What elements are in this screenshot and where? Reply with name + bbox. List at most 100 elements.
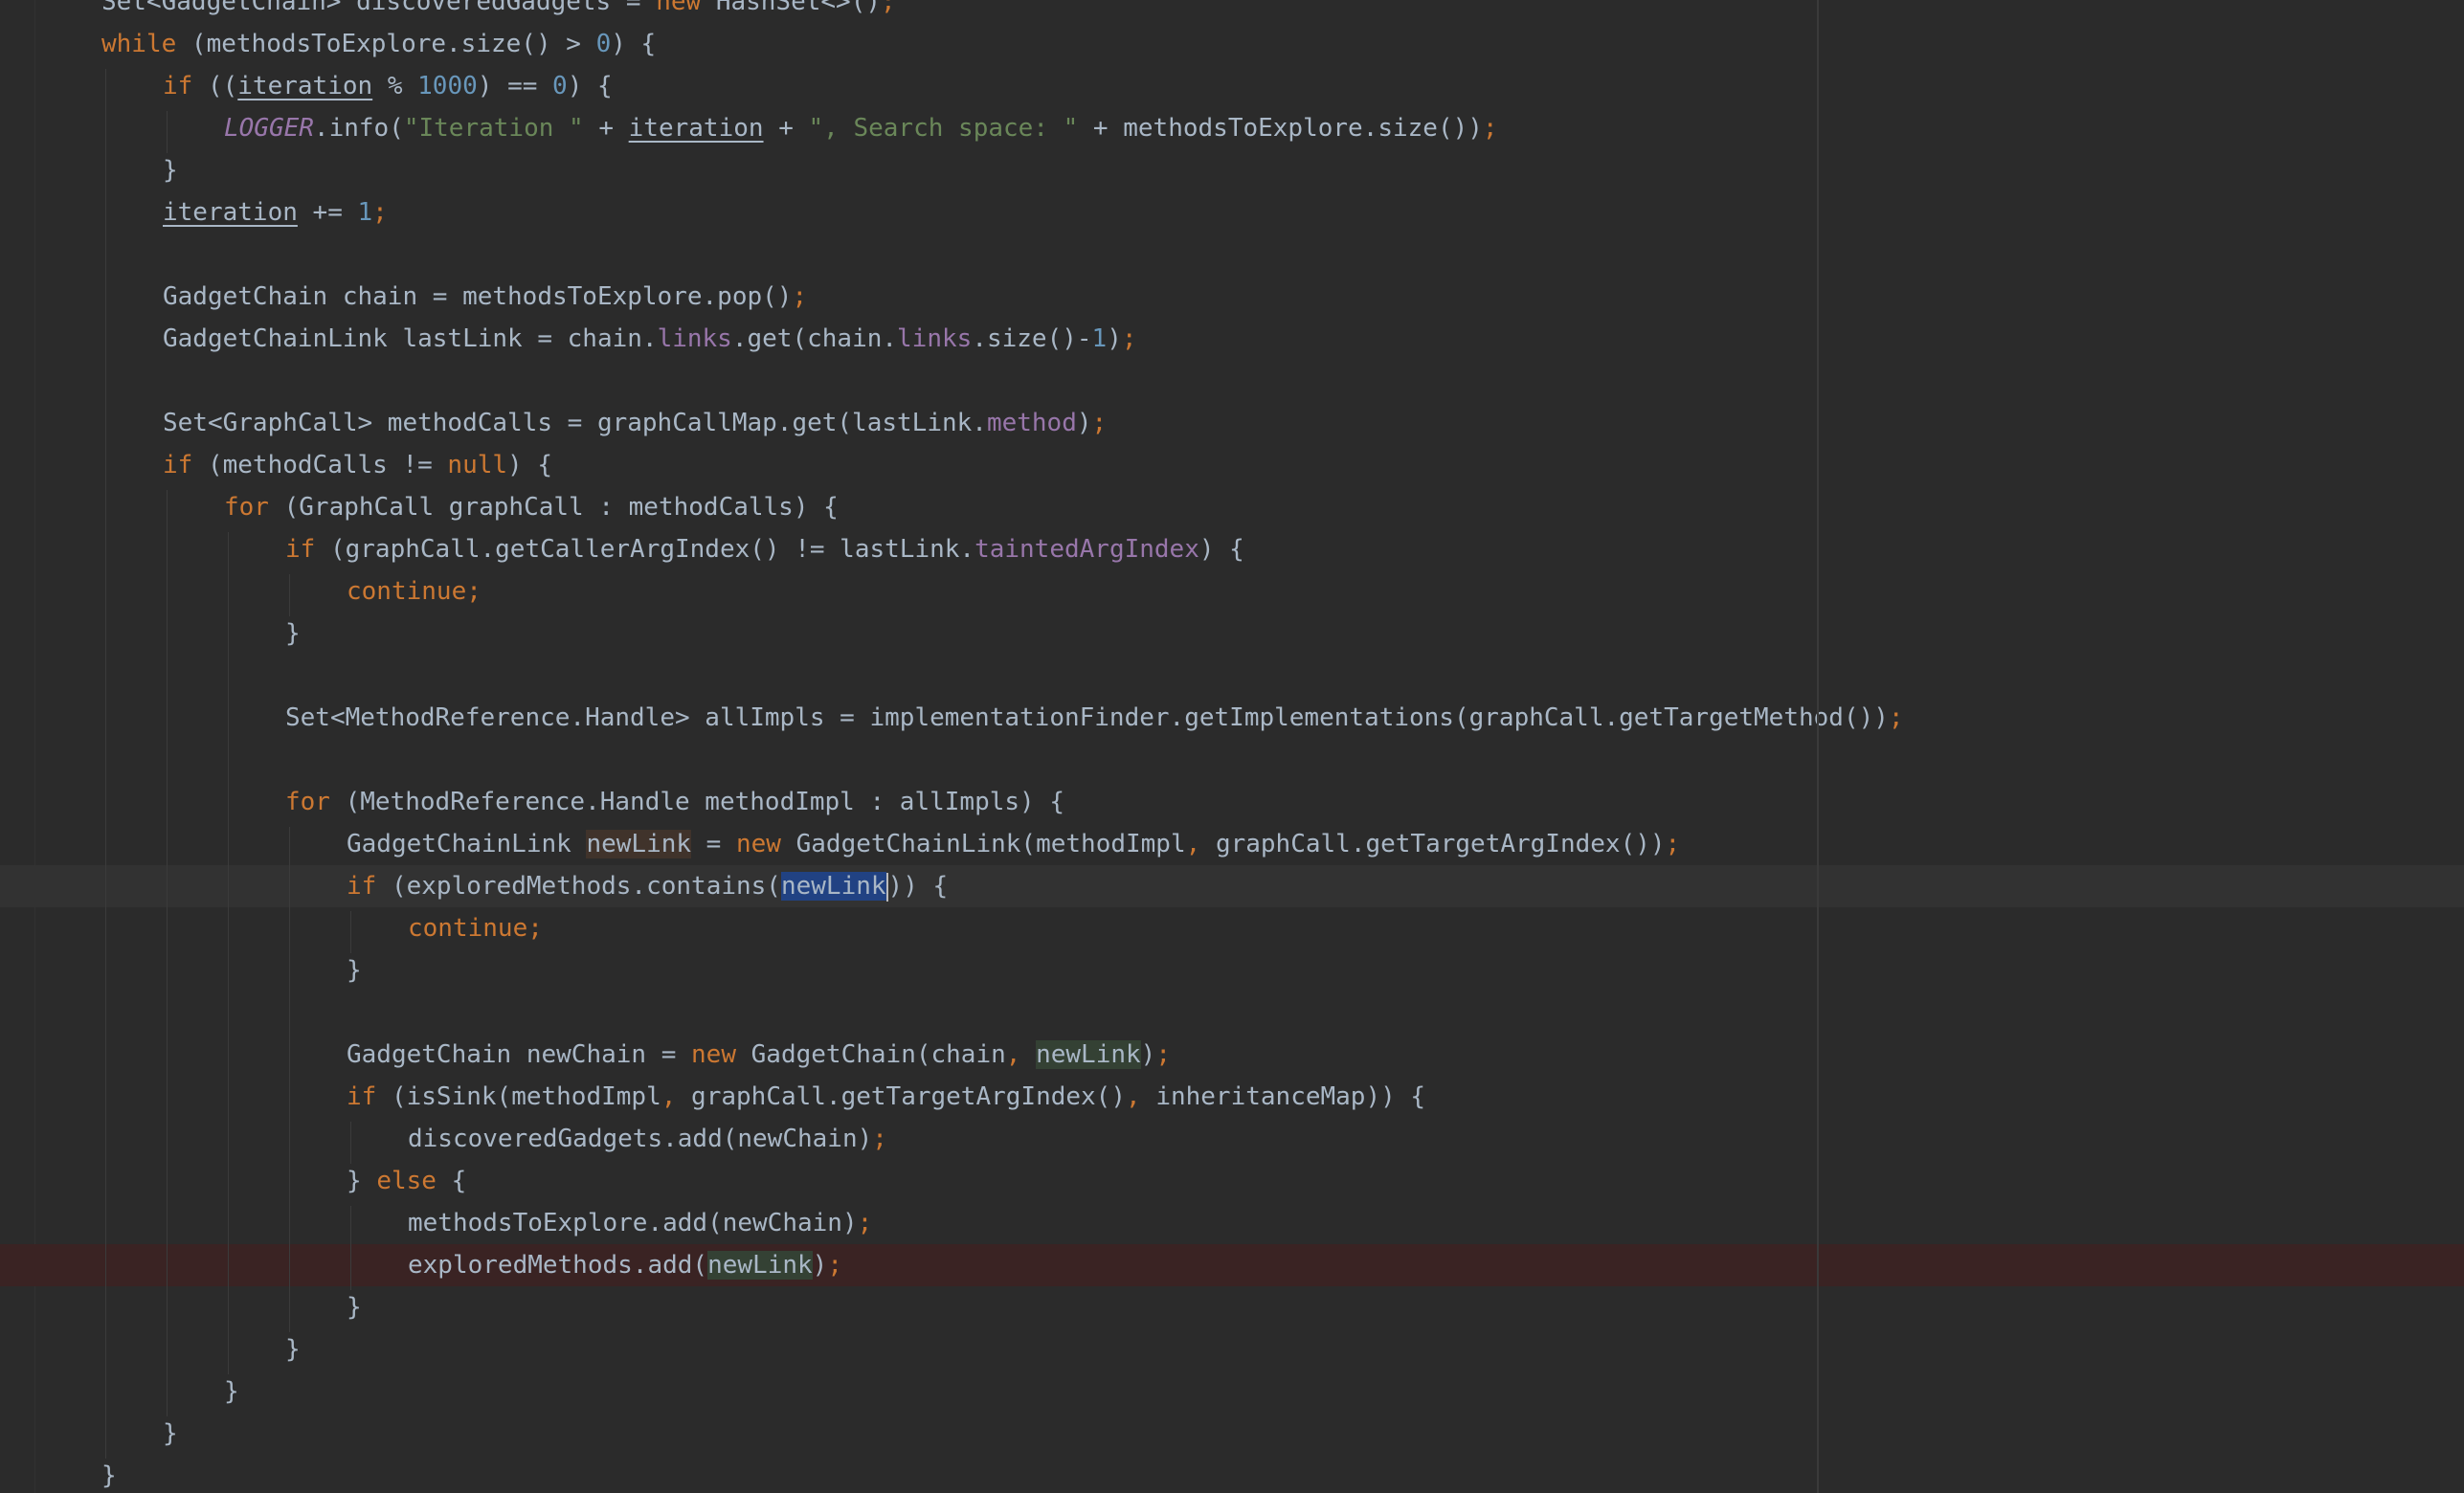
code-token: GadgetChain newChain =: [347, 1040, 692, 1069]
code-token: ) {: [1198, 535, 1244, 564]
code-text: Set<GadgetChain> discoveredGadgets = new…: [101, 0, 896, 23]
code-token: ;: [881, 0, 896, 16]
code-token: ;: [857, 1209, 873, 1237]
code-token: while: [101, 30, 191, 58]
code-line[interactable]: methodsToExplore.add(newChain);: [0, 1202, 2464, 1244]
code-line[interactable]: Set<MethodReference.Handle> allImpls = i…: [0, 697, 2464, 739]
code-line[interactable]: }: [0, 1286, 2464, 1328]
code-token: }: [285, 1335, 301, 1364]
code-line[interactable]: }: [0, 613, 2464, 655]
code-line[interactable]: [0, 992, 2464, 1034]
code-line[interactable]: discoveredGadgets.add(newChain);: [0, 1118, 2464, 1160]
code-text: LOGGER.info("Iteration " + iteration + "…: [224, 107, 1498, 149]
code-line[interactable]: LOGGER.info("Iteration " + iteration + "…: [0, 107, 2464, 149]
code-token: ;: [1091, 409, 1108, 437]
code-line[interactable]: exploredMethods.add(newLink);: [0, 1244, 2464, 1286]
indent-guide: [228, 532, 229, 1374]
code-token: (methodCalls !=: [207, 451, 448, 479]
code-token: HashSet<>(): [715, 0, 881, 16]
code-text: if ((iteration % 1000) == 0) {: [163, 65, 613, 107]
code-line[interactable]: }: [0, 1413, 2464, 1455]
code-line[interactable]: for (MethodReference.Handle methodImpl :…: [0, 781, 2464, 823]
indent-guide: [289, 827, 290, 1332]
code-text: GadgetChainLink newLink = new GadgetChai…: [347, 823, 1680, 865]
indent-guide: [289, 574, 290, 616]
code-line[interactable]: [0, 739, 2464, 781]
code-text: GadgetChain chain = methodsToExplore.pop…: [163, 276, 807, 318]
right-margin-guide: [1817, 0, 1819, 1493]
code-token: +: [763, 114, 809, 143]
code-token: for: [285, 788, 346, 816]
code-text: }: [101, 1455, 117, 1493]
code-token: GadgetChainLink: [347, 830, 587, 858]
code-line[interactable]: if (graphCall.getCallerArgIndex() != las…: [0, 528, 2464, 570]
code-line[interactable]: if (exploredMethods.contains(newLink)) {: [0, 865, 2464, 907]
code-token: ", Search space: ": [808, 114, 1079, 143]
code-line[interactable]: continue;: [0, 570, 2464, 613]
code-token: GadgetChain(chain: [750, 1040, 1006, 1069]
code-token: .get(chain.: [731, 324, 898, 353]
code-token: ;: [372, 198, 388, 227]
code-token: method: [986, 409, 1077, 437]
code-line[interactable]: }: [0, 149, 2464, 191]
code-line[interactable]: [0, 234, 2464, 276]
code-token: ) ==: [477, 72, 553, 100]
code-token: ;: [1121, 324, 1137, 353]
code-text: }: [347, 1286, 362, 1328]
code-token: ): [1076, 409, 1092, 437]
code-line[interactable]: } else {: [0, 1160, 2464, 1202]
code-line[interactable]: if (isSink(methodImpl, graphCall.getTarg…: [0, 1076, 2464, 1118]
code-line[interactable]: GadgetChainLink newLink = new GadgetChai…: [0, 823, 2464, 865]
code-token: ;: [527, 914, 543, 943]
code-token: ) {: [611, 30, 657, 58]
code-token: links: [897, 324, 973, 353]
code-token: ;: [1888, 703, 1904, 732]
code-line[interactable]: [0, 360, 2464, 402]
code-token: {: [451, 1167, 467, 1195]
code-token: new: [691, 1040, 751, 1069]
code-line[interactable]: GadgetChain newChain = new GadgetChain(c…: [0, 1034, 2464, 1076]
code-text: Set<GraphCall> methodCalls = graphCallMa…: [163, 402, 1107, 444]
code-token: ((: [207, 72, 238, 100]
code-line[interactable]: [0, 655, 2464, 697]
code-token: ;: [792, 282, 808, 311]
code-token: ;: [1155, 1040, 1171, 1069]
code-line[interactable]: while (methodsToExplore.size() > 0) {: [0, 23, 2464, 65]
code-line[interactable]: GadgetChainLink lastLink = chain.links.g…: [0, 318, 2464, 360]
code-line[interactable]: continue;: [0, 907, 2464, 949]
code-text: }: [347, 949, 362, 992]
code-token: iteration: [163, 198, 298, 227]
code-text: }: [285, 1328, 301, 1370]
code-text: GadgetChainLink lastLink = chain.links.g…: [163, 318, 1137, 360]
code-line[interactable]: Set<GadgetChain> discoveredGadgets = new…: [0, 0, 2464, 23]
code-line[interactable]: }: [0, 1455, 2464, 1493]
code-line[interactable]: for (GraphCall graphCall : methodCalls) …: [0, 486, 2464, 528]
code-line[interactable]: }: [0, 1328, 2464, 1370]
code-line[interactable]: }: [0, 949, 2464, 992]
code-line[interactable]: iteration += 1;: [0, 191, 2464, 234]
code-token: (graphCall.getCallerArgIndex() != lastLi…: [329, 535, 975, 564]
indent-guide: [350, 1206, 351, 1290]
indent-guide: [105, 69, 106, 1459]
code-token: if: [347, 872, 392, 901]
code-token: iteration: [237, 72, 373, 100]
code-token: if: [285, 535, 330, 564]
code-token: LOGGER: [224, 114, 314, 143]
code-text: }: [285, 613, 301, 655]
code-line[interactable]: if ((iteration % 1000) == 0) {: [0, 65, 2464, 107]
code-line[interactable]: }: [0, 1370, 2464, 1413]
code-token: continue: [347, 577, 467, 606]
code-text: if (graphCall.getCallerArgIndex() != las…: [285, 528, 1244, 570]
code-line[interactable]: Set<GraphCall> methodCalls = graphCallMa…: [0, 402, 2464, 444]
code-token: methodsToExplore.add(newChain): [408, 1209, 858, 1237]
indent-guide: [350, 911, 351, 953]
code-token: iteration: [628, 114, 764, 143]
code-token: ): [812, 1251, 828, 1280]
code-token: .info(: [313, 114, 404, 143]
code-editor[interactable]: Set<GadgetChain> discoveredGadgets = new…: [0, 0, 2464, 1493]
code-text: continue;: [347, 570, 482, 613]
code-line[interactable]: GadgetChain chain = methodsToExplore.pop…: [0, 276, 2464, 318]
code-token: ;: [827, 1251, 842, 1280]
code-token: (exploredMethods.contains(: [391, 872, 781, 901]
code-line[interactable]: if (methodCalls != null) {: [0, 444, 2464, 486]
